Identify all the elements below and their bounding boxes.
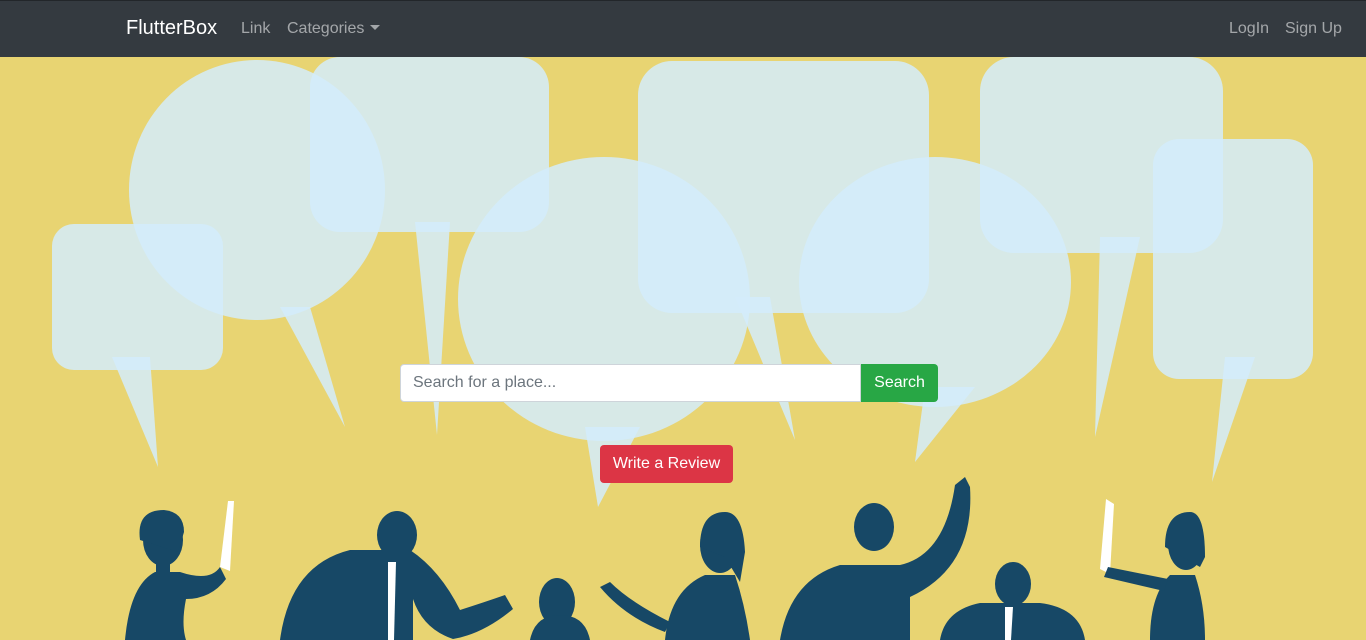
caret-down-icon [370, 25, 381, 30]
search-input[interactable] [400, 364, 861, 402]
person-figure [940, 562, 1085, 640]
person-figure [280, 511, 513, 640]
nav-categories-dropdown[interactable]: Categories [287, 20, 381, 38]
person-figure [600, 512, 750, 640]
person-figure [1100, 499, 1205, 640]
hero-section: Search Write a Review [0, 57, 1366, 640]
person-figure [125, 501, 234, 640]
navbar: FlutterBox Link Categories LogIn Sign Up [0, 0, 1366, 57]
nav-categories-label: Categories [287, 20, 365, 37]
write-review-button[interactable]: Write a Review [600, 445, 733, 483]
person-figure [530, 578, 590, 640]
nav-link[interactable]: Link [241, 20, 270, 38]
search-button[interactable]: Search [861, 364, 938, 402]
speech-bubble [1153, 139, 1313, 379]
navbar-brand[interactable]: FlutterBox [126, 17, 217, 40]
person-figure [780, 477, 971, 640]
nav-signup[interactable]: Sign Up [1285, 20, 1342, 38]
nav-login[interactable]: LogIn [1229, 20, 1269, 38]
hero-illustration [52, 57, 1313, 640]
search-form: Search [400, 364, 938, 402]
speech-bubble [52, 224, 223, 370]
